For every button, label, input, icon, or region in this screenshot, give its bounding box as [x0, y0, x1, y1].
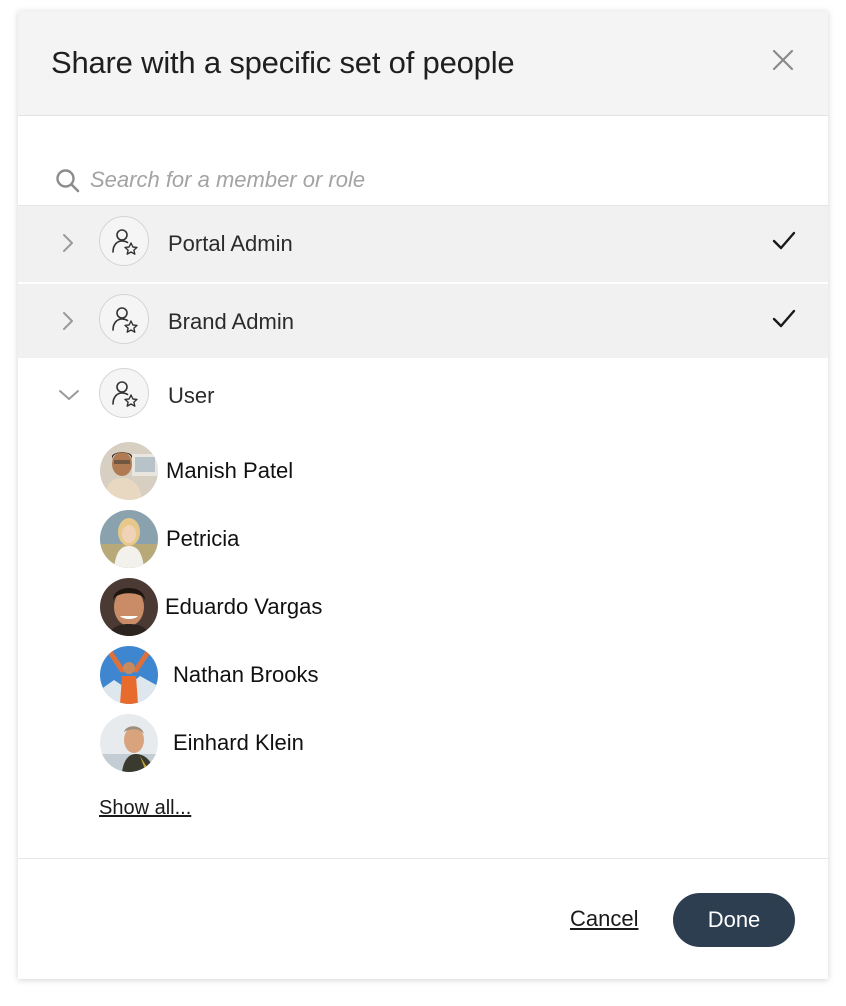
- check-icon: [772, 230, 796, 252]
- search-bar: [18, 116, 828, 206]
- member-name: Einhard Klein: [173, 730, 304, 755]
- member-row[interactable]: Nathan Brooks: [18, 646, 828, 708]
- user-star-icon: [112, 381, 138, 407]
- search-input[interactable]: [90, 162, 690, 198]
- role-avatar: [99, 294, 149, 344]
- member-row[interactable]: Eduardo Vargas: [18, 578, 828, 640]
- show-all-link[interactable]: Show all...: [99, 797, 191, 820]
- role-label: Brand Admin: [168, 309, 294, 334]
- member-avatar: [100, 442, 158, 500]
- role-label: Portal Admin: [168, 231, 293, 256]
- role-label: User: [168, 383, 215, 408]
- member-row[interactable]: Einhard Klein: [18, 714, 828, 776]
- member-name: Manish Patel: [166, 458, 294, 483]
- dialog-header: Share with a specific set of people: [18, 11, 828, 116]
- check-icon: [772, 308, 796, 330]
- dialog-footer: Cancel Done: [18, 858, 828, 979]
- done-button[interactable]: Done: [673, 893, 795, 947]
- member-name: Nathan Brooks: [173, 662, 319, 687]
- user-star-icon: [112, 229, 138, 255]
- member-avatar: [100, 578, 158, 636]
- member-name: Petricia: [166, 526, 240, 551]
- share-dialog: Share with a specific set of people Sear…: [18, 11, 828, 979]
- cancel-button[interactable]: Cancel: [570, 906, 638, 932]
- member-avatar: [100, 714, 158, 772]
- role-avatar: [99, 368, 149, 418]
- user-star-icon: [112, 307, 138, 333]
- role-row-user[interactable]: User: [18, 358, 828, 434]
- member-avatar: [100, 510, 158, 568]
- member-name: Eduardo Vargas: [165, 594, 323, 619]
- member-row[interactable]: Petricia: [18, 510, 828, 572]
- member-row[interactable]: Manish Patel: [18, 442, 828, 504]
- member-avatar: [100, 646, 158, 704]
- chevron-right-icon[interactable]: [58, 310, 78, 332]
- chevron-right-icon[interactable]: [58, 232, 78, 254]
- search-icon: [55, 168, 81, 194]
- close-icon[interactable]: [770, 47, 796, 73]
- role-avatar: [99, 216, 149, 266]
- role-row-portal-admin[interactable]: Portal Admin: [18, 206, 828, 282]
- chevron-down-icon[interactable]: [58, 384, 79, 406]
- role-row-brand-admin[interactable]: Brand Admin: [18, 284, 828, 358]
- dialog-title: Share with a specific set of people: [51, 45, 515, 80]
